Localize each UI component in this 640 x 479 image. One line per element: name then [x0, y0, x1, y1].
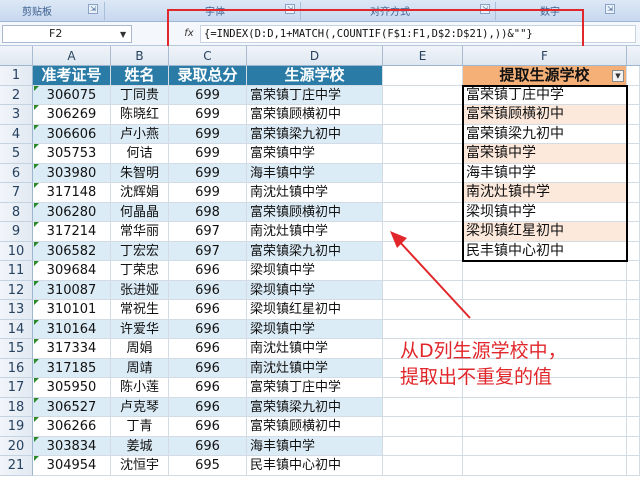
- annotation-arrow: [390, 231, 471, 319]
- annotation-line-1: 从D列生源学校中，: [400, 340, 567, 362]
- annotation-note: 从D列生源学校中， 提取出不重复的值: [400, 338, 567, 390]
- annotation-line-2: 提取出不重复的值: [400, 366, 553, 388]
